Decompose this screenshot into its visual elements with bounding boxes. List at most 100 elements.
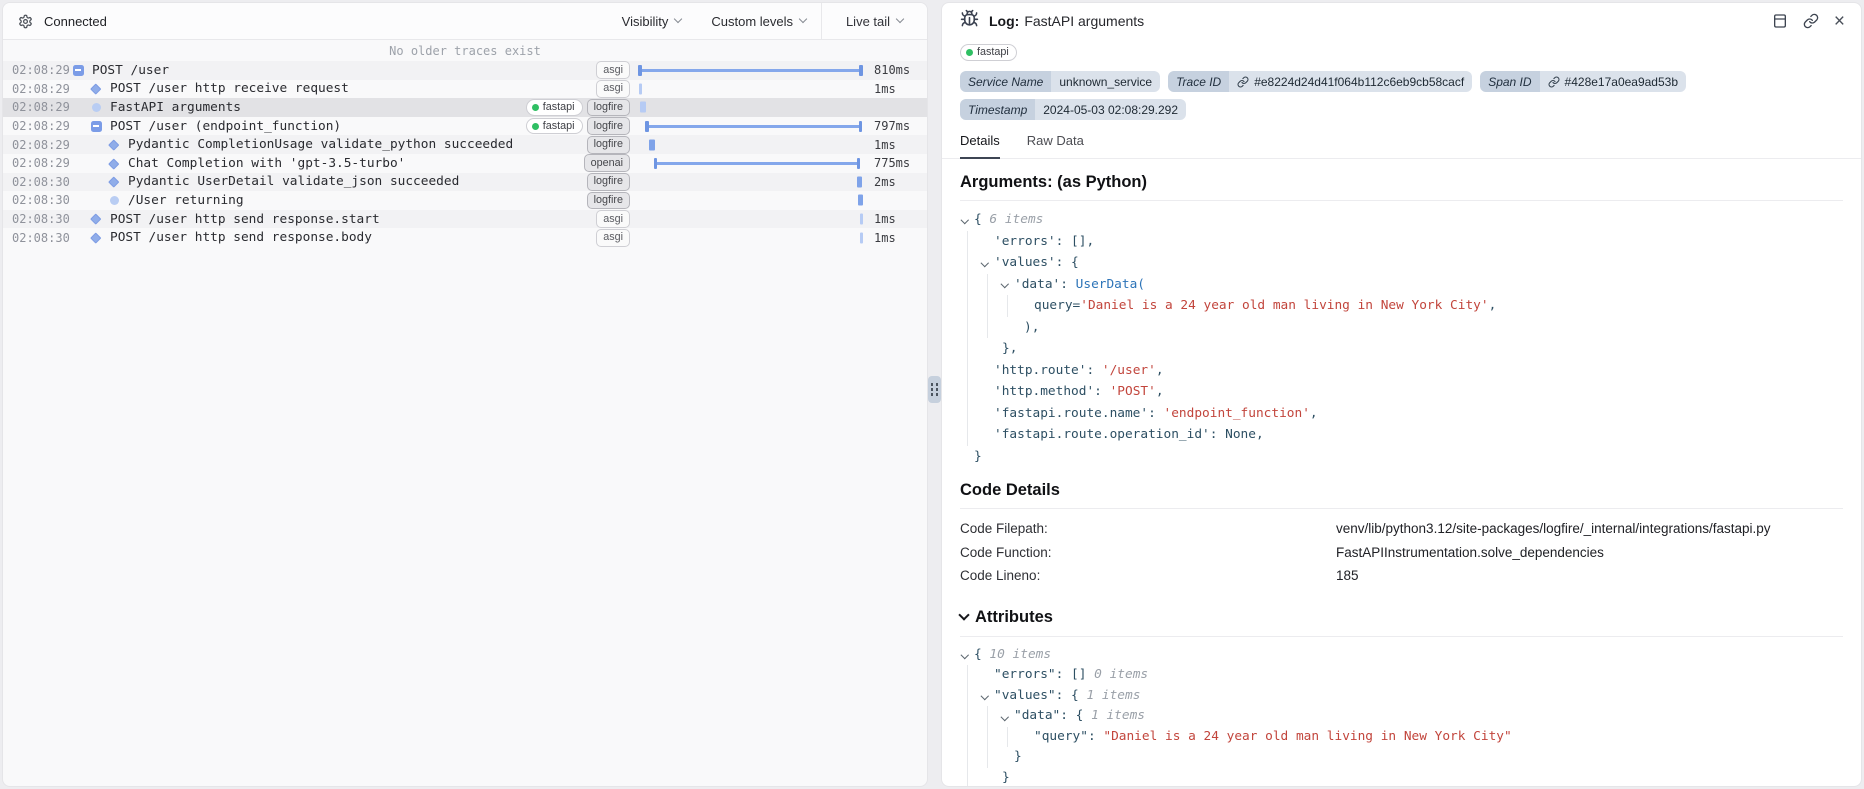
chip-value[interactable]: #428e17a0ea9ad53b [1540, 71, 1686, 92]
duration-bar [858, 195, 863, 206]
chip-value: 2024-05-03 02:08:29.292 [1035, 99, 1186, 120]
close-icon[interactable]: × [1834, 12, 1845, 31]
span-badges: asgi [596, 80, 639, 98]
trace-row[interactable]: 02:08:29Pydantic CompletionUsage validat… [3, 135, 927, 154]
log-circle-icon [89, 103, 103, 112]
chip-value-text: #428e17a0ea9ad53b [1565, 75, 1678, 89]
badge-logfire: logfire [587, 136, 630, 154]
tree-token: : [1060, 277, 1075, 292]
duration-label: 1ms [865, 212, 927, 226]
tree-token: : [1148, 406, 1163, 421]
attributes-section-title: Attributes [975, 608, 1053, 627]
badge-asgi: asgi [596, 229, 630, 247]
trace-row[interactable]: 02:08:30Pydantic UserDetail validate_jso… [3, 173, 927, 192]
trace-timestamp: 02:08:29 [3, 100, 67, 114]
indent-guide [987, 317, 988, 339]
chip-value-text: unknown_service [1059, 75, 1152, 89]
indent-guide [967, 231, 968, 253]
indent-guide [967, 747, 968, 768]
tree-token: query= [1034, 298, 1080, 313]
chip-value[interactable]: #e8224d24d41f064b112c6eb9cb58cacf [1229, 71, 1472, 92]
attributes-collapse-icon[interactable] [958, 609, 969, 620]
span-diamond-icon [107, 178, 121, 186]
tree-chevron-icon[interactable] [1001, 712, 1009, 720]
span-name: Pydantic UserDetail validate_json succee… [128, 174, 459, 189]
tree-line: { 6 items [960, 209, 1843, 231]
duration-bar-track [639, 80, 865, 99]
trace-row[interactable]: 02:08:29FastAPI argumentsfastapilogfire [3, 98, 927, 117]
span-diamond-icon [107, 141, 121, 149]
metadata-chip: Service Nameunknown_service [960, 71, 1160, 92]
metadata-chip: Trace ID#e8224d24d41f064b112c6eb9cb58cac… [1168, 71, 1472, 92]
indent-guide [967, 424, 968, 446]
indent-guide [967, 338, 968, 360]
indent-guide [987, 274, 988, 296]
trace-row[interactable]: 02:08:30/User returninglogfire [3, 191, 927, 210]
trace-list: No older traces exist 02:08:29POST /user… [3, 40, 927, 786]
trace-row[interactable]: 02:08:29POST /user (endpoint_function)fa… [3, 117, 927, 136]
tree-chevron-icon[interactable] [961, 651, 969, 659]
span-name: POST /user [92, 63, 169, 78]
indent-guide [967, 706, 968, 727]
trace-panel: Connected Visibility Custom levels Live … [2, 2, 928, 787]
green-dot-icon [532, 104, 539, 111]
log-circle-icon [107, 196, 121, 205]
trace-row[interactable]: 02:08:30POST /user http send response.bo… [3, 228, 927, 247]
resize-grip-handle[interactable] [928, 376, 941, 403]
tree-chevron-icon[interactable] [981, 692, 989, 700]
collapse-icon[interactable] [71, 65, 85, 76]
badge-label: fastapi [543, 121, 575, 132]
span-badges: logfire [587, 192, 639, 210]
tab-raw-data[interactable]: Raw Data [1027, 133, 1084, 159]
indent-guide [1007, 295, 1008, 317]
gear-icon[interactable] [18, 14, 33, 29]
duration-bar-track [639, 191, 865, 210]
tab-details[interactable]: Details [960, 133, 1000, 159]
tree-token: : None, [1210, 427, 1264, 442]
tree-chevron-icon[interactable] [961, 215, 969, 223]
green-dot-icon [532, 123, 539, 130]
collapse-icon[interactable] [89, 121, 103, 132]
indent-guide [987, 747, 988, 768]
link-icon[interactable] [1803, 13, 1819, 29]
detail-header: Log: FastAPI arguments × [942, 3, 1861, 39]
trace-row[interactable]: 02:08:29POST /user http receive requesta… [3, 80, 927, 99]
tag-label: fastapi [977, 47, 1009, 58]
duration-bar-track [639, 210, 865, 229]
code-detail-row: Code Function:FastAPIInstrumentation.sol… [960, 541, 1843, 565]
duration-label: 1ms [865, 231, 927, 245]
visibility-dropdown[interactable]: Visibility [607, 3, 697, 39]
trace-timestamp: 02:08:30 [3, 193, 67, 207]
tree-line: ), [960, 317, 1843, 339]
tree-token: } [1002, 770, 1010, 785]
span-badges: openai [584, 154, 639, 172]
attributes-json-tree: { 10 items"errors": [] 0 items"values": … [960, 637, 1843, 787]
trace-row[interactable]: 02:08:30POST /user http send response.st… [3, 210, 927, 229]
trace-row[interactable]: 02:08:29POST /userasgi810ms [3, 61, 927, 80]
tree-chevron-icon[interactable] [981, 258, 989, 266]
span-name: Chat Completion with 'gpt-3.5-turbo' [128, 156, 405, 171]
panel-toggle-icon[interactable] [1772, 13, 1788, 29]
span-diamond-icon [89, 234, 103, 242]
custom-levels-dropdown[interactable]: Custom levels [696, 3, 821, 39]
tree-token: 'fastapi.route.name' [994, 406, 1148, 421]
code-detail-row: Code Filepath:venv/lib/python3.12/site-p… [960, 517, 1843, 541]
span-badges: logfire [587, 173, 639, 191]
tree-token: 1 items [1091, 708, 1145, 723]
code-detail-row: Code Lineno:185 [960, 564, 1843, 588]
tree-token: 'errors' [994, 234, 1056, 249]
tree-line: "errors": [] 0 items [960, 665, 1843, 686]
live-tail-label: Live tail [846, 14, 890, 29]
live-tail-dropdown[interactable]: Live tail [821, 3, 927, 39]
trace-row[interactable]: 02:08:29Chat Completion with 'gpt-3.5-tu… [3, 154, 927, 173]
chip-value: unknown_service [1051, 71, 1160, 92]
chip-label: Trace ID [1168, 71, 1229, 92]
arguments-python-tree: { 6 items'errors': [],'values': {'data':… [960, 201, 1843, 481]
tree-token: : [1088, 729, 1103, 744]
tree-chevron-icon[interactable] [1001, 280, 1009, 288]
tree-line: }, [960, 338, 1843, 360]
badge-label: fastapi [543, 102, 575, 113]
tree-line: "query": "Daniel is a 24 year old man li… [960, 727, 1843, 748]
chevron-down-icon [896, 15, 904, 23]
tree-token: "values" [994, 688, 1056, 703]
